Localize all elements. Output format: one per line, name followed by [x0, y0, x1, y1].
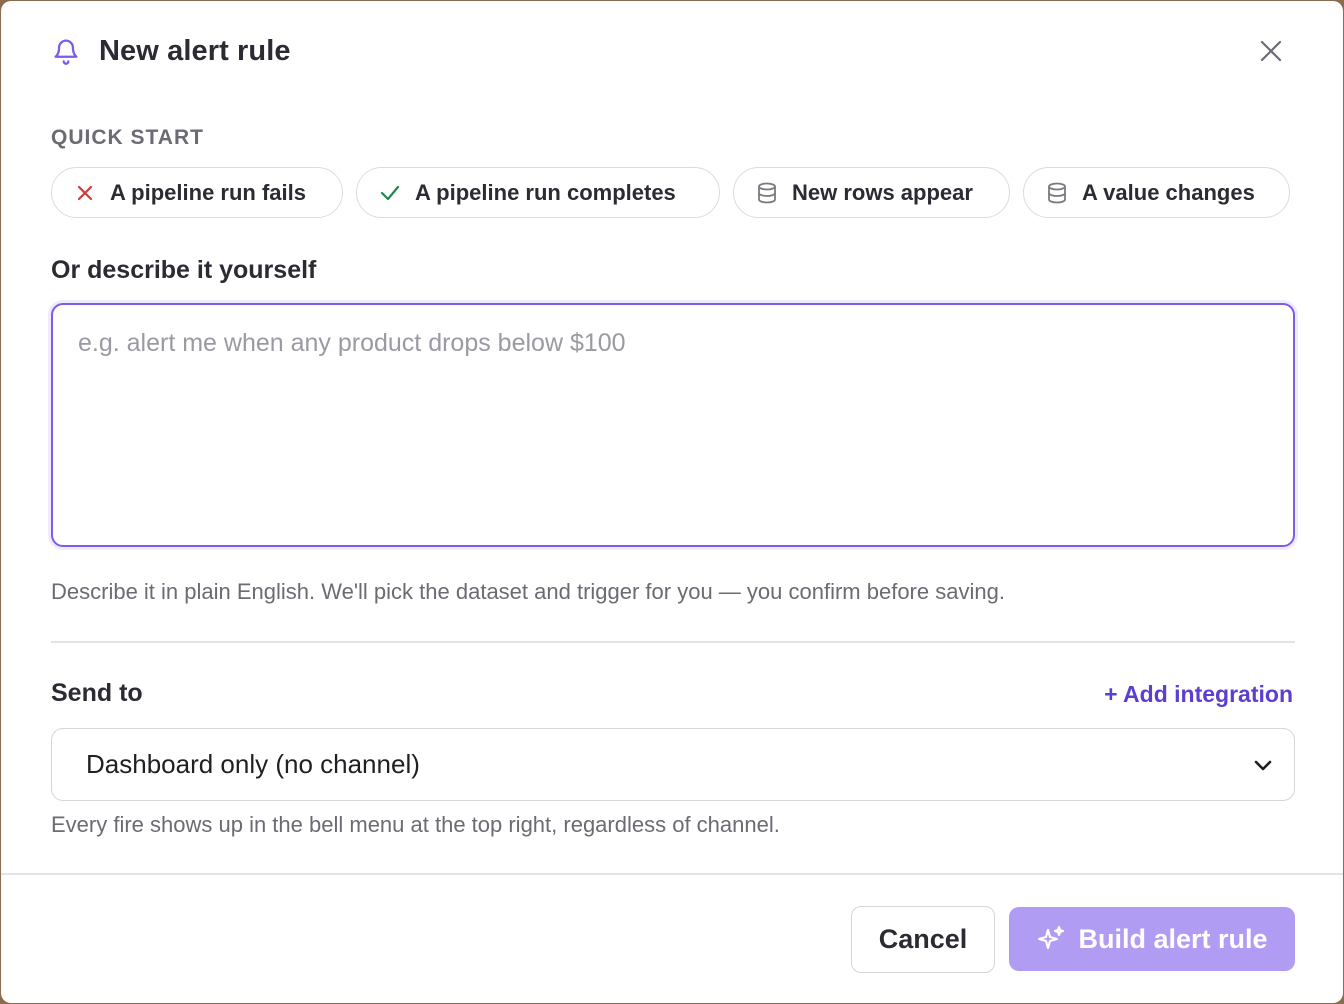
bell-icon: [51, 36, 81, 66]
chip-label: A pipeline run fails: [110, 179, 306, 205]
database-icon: [756, 182, 778, 204]
chip-new-rows-appear[interactable]: New rows appear: [733, 167, 1010, 218]
quick-start-label: QUICK START: [51, 126, 204, 149]
section-divider: [51, 641, 1295, 643]
database-icon: [1046, 182, 1068, 204]
close-button[interactable]: [1257, 37, 1285, 65]
sparkles-icon: [1036, 924, 1066, 954]
dialog-title: New alert rule: [99, 34, 291, 67]
send-to-selected-value: Dashboard only (no channel): [86, 749, 420, 779]
build-alert-rule-button[interactable]: Build alert rule: [1009, 907, 1295, 971]
chip-pipeline-run-fails[interactable]: A pipeline run fails: [51, 167, 343, 218]
chip-value-changes[interactable]: A value changes: [1023, 167, 1290, 218]
describe-hint: Describe it in plain English. We'll pick…: [51, 579, 1005, 604]
chip-pipeline-run-completes[interactable]: A pipeline run completes: [356, 167, 720, 218]
check-icon: [379, 182, 401, 204]
build-button-label: Build alert rule: [1078, 923, 1268, 954]
describe-label: Or describe it yourself: [51, 256, 317, 284]
send-to-label: Send to: [51, 679, 143, 707]
alert-description-input[interactable]: [51, 303, 1295, 547]
chip-label: New rows appear: [792, 179, 973, 205]
dialog-header: New alert rule: [51, 31, 1293, 71]
send-to-hint: Every fire shows up in the bell menu at …: [51, 812, 780, 837]
footer-divider: [1, 873, 1343, 875]
x-icon: [74, 182, 96, 204]
chip-label: A pipeline run completes: [415, 179, 676, 205]
add-integration-link[interactable]: + Add integration: [1104, 681, 1293, 708]
send-to-select[interactable]: Dashboard only (no channel): [51, 728, 1295, 801]
chevron-down-icon: [1254, 760, 1272, 771]
new-alert-rule-dialog: New alert rule QUICK START A pipeline ru…: [1, 1, 1343, 1003]
chip-label: A value changes: [1082, 179, 1255, 205]
close-icon: [1260, 40, 1282, 62]
cancel-button[interactable]: Cancel: [851, 906, 995, 973]
quick-start-chips: A pipeline run fails A pipeline run comp…: [51, 167, 1290, 218]
